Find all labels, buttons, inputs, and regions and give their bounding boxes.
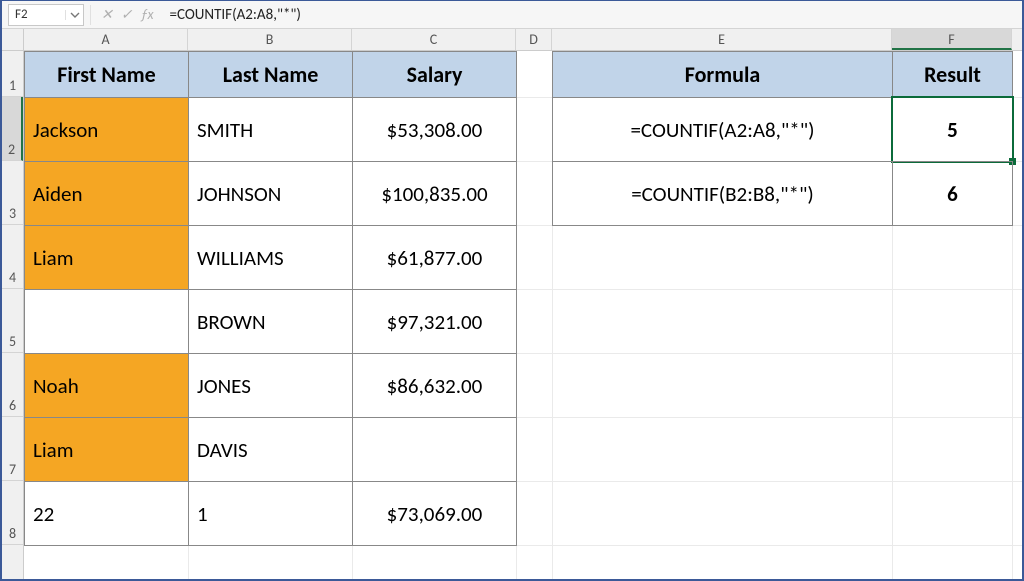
cell-B6[interactable]: JONES	[188, 353, 353, 418]
row-headers: 1 2 3 4 5 6 7 8	[2, 51, 24, 579]
cell-B3[interactable]: JOHNSON	[188, 161, 353, 226]
cell-C5[interactable]: $97,321.00	[352, 289, 517, 354]
cell-E2[interactable]: =COUNTIF(A2:A8,"*")	[552, 97, 893, 162]
cell-B8[interactable]: 1	[188, 481, 353, 546]
col-header-F[interactable]: F	[892, 29, 1012, 50]
cell-C6[interactable]: $86,632.00	[352, 353, 517, 418]
cell-C4[interactable]: $61,877.00	[352, 225, 517, 290]
cell-A2[interactable]: Jackson	[24, 97, 189, 162]
cell-A7[interactable]: Liam	[24, 417, 189, 482]
chevron-down-icon	[70, 10, 80, 20]
select-all-corner[interactable]	[2, 29, 24, 51]
row-header-3[interactable]: 3	[2, 161, 23, 225]
row-header-5[interactable]: 5	[2, 289, 23, 353]
cell-B5[interactable]: BROWN	[188, 289, 353, 354]
cell-F3[interactable]: 6	[892, 161, 1013, 226]
formula-buttons: ✕ ✓ ƒx	[97, 6, 158, 23]
row-header-8[interactable]: 8	[2, 481, 23, 545]
cell-F1[interactable]: Result	[892, 51, 1013, 98]
col-header-C[interactable]: C	[352, 29, 516, 50]
cell-A1[interactable]: First Name	[24, 51, 189, 98]
cell-A8[interactable]: 22	[24, 481, 189, 546]
formula-input[interactable]: =COUNTIF(A2:A8,"*")	[164, 6, 1016, 24]
cell-C8[interactable]: $73,069.00	[352, 481, 517, 546]
row-header-4[interactable]: 4	[2, 225, 23, 289]
formula-bar: F2 ✕ ✓ ƒx =COUNTIF(A2:A8,"*")	[2, 1, 1022, 29]
row-header-2[interactable]: 2	[2, 97, 23, 161]
col-header-B[interactable]: B	[188, 29, 352, 50]
col-header-E[interactable]: E	[552, 29, 892, 50]
column-headers: A B C D E F	[24, 29, 1022, 51]
cell-B1[interactable]: Last Name	[188, 51, 353, 98]
cell-E3[interactable]: =COUNTIF(B2:B8,"*")	[552, 161, 893, 226]
cell-A4[interactable]: Liam	[24, 225, 189, 290]
cell-C7[interactable]	[352, 417, 517, 482]
cell-C2[interactable]: $53,308.00	[352, 97, 517, 162]
cell-B7[interactable]: DAVIS	[188, 417, 353, 482]
cell-A6[interactable]: Noah	[24, 353, 189, 418]
name-box-dropdown[interactable]	[65, 10, 83, 20]
cell-F2[interactable]: 5	[892, 97, 1013, 162]
excel-window: F2 ✕ ✓ ƒx =COUNTIF(A2:A8,"*") A B C D E …	[0, 0, 1024, 581]
row-header-1[interactable]: 1	[2, 51, 23, 97]
cell-C1[interactable]: Salary	[352, 51, 517, 98]
cell-A5[interactable]	[24, 289, 189, 354]
worksheet[interactable]: A B C D E F 1 2 3 4 5 6 7 8	[2, 29, 1022, 579]
name-box-value[interactable]: F2	[9, 7, 65, 22]
row-header-6[interactable]: 6	[2, 353, 23, 417]
cell-E1[interactable]: Formula	[552, 51, 893, 98]
enter-icon: ✓	[121, 6, 133, 23]
name-box[interactable]: F2	[8, 4, 84, 26]
grid[interactable]: First Name Last Name Salary Formula Resu…	[24, 51, 1022, 579]
cancel-icon: ✕	[101, 6, 113, 23]
cell-C3[interactable]: $100,835.00	[352, 161, 517, 226]
col-header-D[interactable]: D	[516, 29, 552, 50]
row-header-7[interactable]: 7	[2, 417, 23, 481]
cell-A3[interactable]: Aiden	[24, 161, 189, 226]
fx-icon[interactable]: ƒx	[140, 6, 153, 23]
separator	[90, 5, 91, 25]
cell-B4[interactable]: WILLIAMS	[188, 225, 353, 290]
cell-B2[interactable]: SMITH	[188, 97, 353, 162]
col-header-A[interactable]: A	[24, 29, 188, 50]
